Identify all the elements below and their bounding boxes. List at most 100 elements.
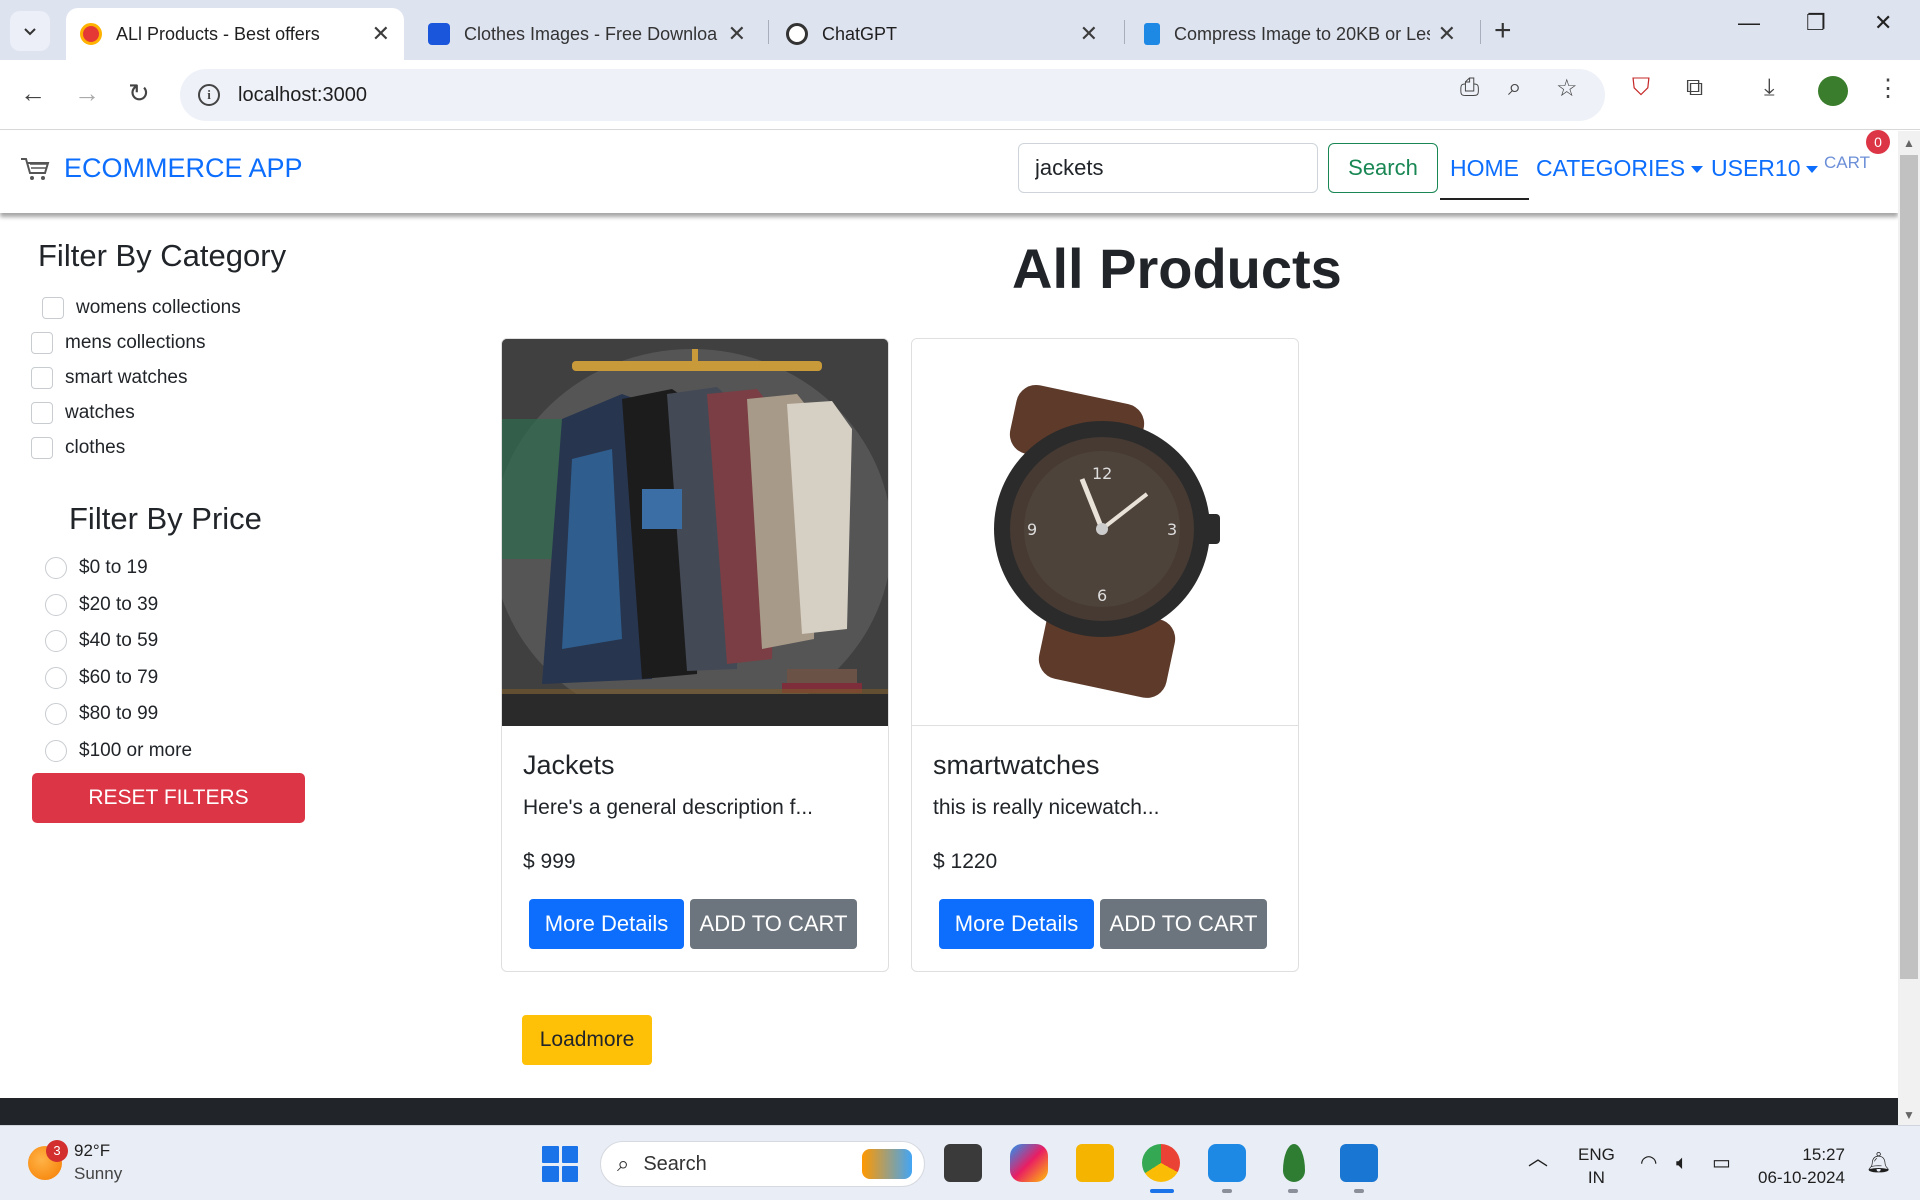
checkbox[interactable] [31, 367, 53, 389]
tab-search-button[interactable] [10, 11, 50, 51]
mongodb-icon[interactable] [1283, 1144, 1305, 1182]
radio-button[interactable] [45, 667, 67, 689]
site-info-icon[interactable]: i [198, 84, 220, 106]
language-indicator[interactable]: ENG IN [1578, 1144, 1615, 1190]
file-explorer-icon[interactable] [1076, 1144, 1114, 1182]
chrome-icon[interactable] [1142, 1144, 1180, 1182]
checkbox[interactable] [31, 437, 53, 459]
nav-categories-dropdown[interactable]: CATEGORIES [1536, 155, 1704, 182]
address-url[interactable]: localhost:3000 [238, 84, 367, 107]
tab-all-products[interactable]: ALl Products - Best offers ✕ [66, 8, 404, 60]
radio-label: $0 to 19 [79, 557, 148, 578]
price-radio-0-19[interactable]: $0 to 19 [45, 557, 148, 579]
add-to-cart-button[interactable]: ADD TO CART [690, 899, 857, 949]
product-image-smartwatches[interactable]: 12 3 6 9 [912, 339, 1298, 726]
tab-chatgpt[interactable]: ChatGPT ✕ [772, 8, 1112, 60]
language-primary: ENG [1578, 1145, 1615, 1164]
scroll-up-icon[interactable]: ▲ [1903, 136, 1915, 150]
radio-button[interactable] [45, 740, 67, 762]
running-indicator [1288, 1189, 1298, 1193]
scroll-down-icon[interactable]: ▼ [1903, 1108, 1915, 1122]
loadmore-button[interactable]: Loadmore [522, 1015, 652, 1065]
price-radio-60-79[interactable]: $60 to 79 [45, 667, 158, 689]
taskbar-search[interactable]: ⌕ Search [600, 1141, 925, 1187]
tab-clothes-images[interactable]: Clothes Images - Free Downloa ✕ [414, 8, 760, 60]
more-details-button[interactable]: More Details [529, 899, 684, 949]
nav-home-link[interactable]: HOME [1440, 155, 1529, 200]
extensions-puzzle-icon[interactable]: ⧉ [1686, 74, 1703, 102]
radio-label: $100 or more [79, 740, 193, 761]
bookmark-star-icon[interactable]: ☆ [1556, 74, 1578, 103]
zoom-icon[interactable]: ⌕ [1508, 74, 1521, 102]
page-scrollbar-thumb[interactable] [1900, 155, 1918, 979]
category-checkbox-smart-watches[interactable]: smart watches [31, 367, 187, 389]
notification-bell-icon[interactable]: 🔔︎ [1866, 1150, 1891, 1177]
close-tab-icon[interactable]: ✕ [372, 21, 390, 47]
close-tab-icon[interactable]: ✕ [728, 21, 746, 47]
clock[interactable]: 15:27 06-10-2024 [1758, 1144, 1845, 1190]
price-radio-40-59[interactable]: $40 to 59 [45, 630, 158, 652]
forward-icon[interactable]: → [74, 78, 100, 109]
weather-widget[interactable]: 3 92°F Sunny [28, 1139, 122, 1186]
product-price: $ 1220 [933, 850, 998, 873]
checkbox[interactable] [42, 297, 64, 319]
more-details-button[interactable]: More Details [939, 899, 1094, 949]
photos-icon[interactable] [1340, 1144, 1378, 1182]
restore-icon[interactable]: ❐ [1806, 10, 1826, 36]
tab-compress-image[interactable]: Compress Image to 20KB or Les ✕ [1130, 8, 1470, 60]
address-bar[interactable]: i localhost:3000 [180, 69, 1605, 121]
search-input[interactable] [1018, 143, 1318, 193]
checkbox-label: womens collections [76, 297, 241, 318]
radio-button[interactable] [45, 630, 67, 652]
nav-cart-link[interactable]: CART [1824, 153, 1870, 173]
close-tab-icon[interactable]: ✕ [1438, 21, 1456, 47]
new-tab-icon[interactable]: + [1494, 14, 1512, 48]
menu-dots-icon[interactable]: ⋮ [1876, 74, 1900, 103]
checkbox[interactable] [31, 332, 53, 354]
radio-button[interactable] [45, 594, 67, 616]
sun-weather-icon: 3 [28, 1139, 68, 1180]
category-checkbox-womens[interactable]: womens collections [42, 297, 241, 319]
copilot-icon[interactable] [1010, 1144, 1048, 1182]
radio-label: $20 to 39 [79, 594, 159, 615]
category-checkbox-clothes[interactable]: clothes [31, 437, 125, 459]
reset-filters-button[interactable]: RESET FILTERS [32, 773, 305, 823]
radio-button[interactable] [45, 703, 67, 725]
minimize-icon[interactable]: — [1738, 10, 1760, 36]
search-button[interactable]: Search [1328, 143, 1438, 193]
windows-start-icon[interactable] [542, 1146, 578, 1182]
price-radio-100-plus[interactable]: $100 or more [45, 740, 192, 762]
battery-icon[interactable]: ▭ [1712, 1150, 1731, 1177]
category-checkbox-watches[interactable]: watches [31, 402, 135, 424]
checkbox[interactable] [31, 402, 53, 424]
add-to-cart-button[interactable]: ADD TO CART [1100, 899, 1267, 949]
close-tab-icon[interactable]: ✕ [1080, 21, 1098, 47]
back-icon[interactable]: ← [20, 78, 46, 109]
wifi-icon[interactable]: ◠ [1640, 1150, 1657, 1177]
extension-shield-icon[interactable]: ⛉ [1632, 74, 1650, 102]
vscode-icon[interactable] [1208, 1144, 1246, 1182]
search-icon: ⌕ [617, 1151, 630, 1176]
nav-user-dropdown[interactable]: USER10 [1711, 155, 1819, 182]
freepik-favicon-icon [428, 23, 450, 45]
weather-badge: 3 [46, 1139, 68, 1162]
document-favicon-icon [1144, 23, 1160, 45]
product-image-jackets[interactable] [502, 339, 888, 729]
radio-button[interactable] [45, 557, 67, 579]
category-checkbox-mens[interactable]: mens collections [31, 332, 205, 354]
close-window-icon[interactable]: ✕ [1874, 10, 1892, 36]
task-view-icon[interactable] [944, 1144, 982, 1182]
price-radio-20-39[interactable]: $20 to 39 [45, 594, 158, 616]
caret-down-icon [1806, 166, 1819, 174]
brand-link[interactable]: ECOMMERCE APP [20, 153, 303, 184]
tray-overflow-chevron-icon[interactable]: ︿ [1528, 1146, 1548, 1173]
clock-date: 06-10-2024 [1758, 1167, 1845, 1187]
volume-icon[interactable]: 🔈︎ [1676, 1150, 1688, 1177]
downloads-icon[interactable]: ⤓ [1764, 74, 1775, 102]
install-app-icon[interactable]: ⎙ [1460, 74, 1479, 102]
reload-icon[interactable]: ↻ [128, 78, 150, 109]
weather-temperature: 92°F [74, 1141, 111, 1160]
profile-avatar[interactable] [1818, 76, 1848, 106]
checkbox-label: watches [65, 402, 135, 423]
price-radio-80-99[interactable]: $80 to 99 [45, 703, 158, 725]
